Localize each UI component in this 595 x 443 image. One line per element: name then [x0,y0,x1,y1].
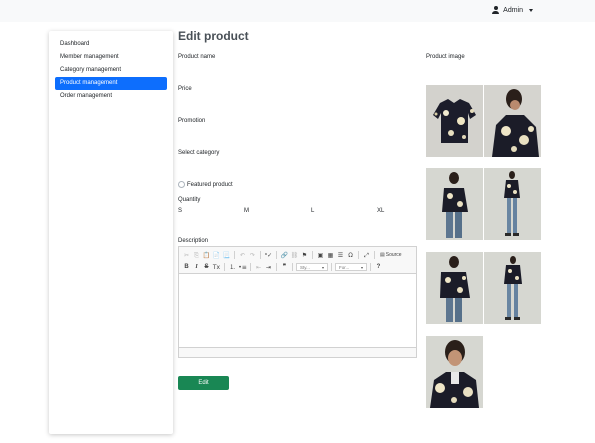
product-image-6[interactable] [484,252,541,324]
featured-radio[interactable] [178,181,185,188]
product-image-7[interactable] [426,336,483,408]
user-menu-label: Admin [503,6,523,14]
source-label: Source [385,252,402,258]
edit-submit-button[interactable]: Edit [178,376,229,390]
product-image-1[interactable] [426,85,483,157]
toolbar-separator [260,251,261,259]
featured-label: Featured product [187,182,233,188]
blockquote-icon[interactable]: ❞ [280,263,289,272]
toolbar-separator [224,263,225,271]
link-icon[interactable]: 🔗 [280,251,289,260]
toolbar-separator [312,251,313,259]
shirt-flat-image [426,85,483,157]
toolbar-separator [234,251,235,259]
outdent-icon[interactable]: ⇤ [254,263,263,272]
page-title: Edit product [178,29,249,43]
chevron-down-icon [529,8,533,12]
product-image-label: Product image [426,54,465,60]
toolbar-separator [250,263,251,271]
promotion-label: Promotion [178,118,206,124]
format-select[interactable]: For... [335,263,367,271]
copy-icon[interactable]: ⎘ [192,251,201,260]
undo-icon[interactable]: ↶ [238,251,247,260]
model-side-image [426,168,483,240]
anchor-flag-icon[interactable]: ⚑ [300,251,309,260]
toolbar-separator [276,251,277,259]
toolbar-separator [292,263,293,271]
styles-select[interactable]: Sty... [296,263,328,271]
paste-icon[interactable]: 📋 [202,251,211,260]
source-icon: ▤ [380,252,385,258]
toolbar-separator [374,251,375,259]
unlink-icon[interactable]: ⛓ [290,251,299,260]
size-label-m: M [244,208,249,214]
toolbar-separator [370,263,371,271]
bold-button[interactable]: B [182,263,191,272]
price-label: Price [178,86,192,92]
product-image-2[interactable] [484,85,541,157]
toolbar-separator [358,251,359,259]
table-icon[interactable]: ▦ [326,251,335,260]
category-label: Select category [178,150,220,156]
maximize-icon[interactable]: ⤢ [362,251,371,260]
sidebar-item-members[interactable]: Member management [55,51,167,64]
product-image-5[interactable] [426,252,483,324]
help-icon[interactable]: ? [374,263,383,272]
user-icon [492,6,500,14]
paste-text-icon[interactable]: 📄 [212,251,221,260]
sidebar-item-products[interactable]: Product management [55,77,167,90]
image-icon[interactable]: ▣ [316,251,325,260]
italic-button[interactable]: I [192,263,201,272]
top-navbar: Admin [0,0,595,22]
toolbar-separator [331,263,332,271]
sidebar-item-orders[interactable]: Order management [55,90,167,103]
editor-content-area[interactable] [179,275,416,348]
model-pose-image [426,252,483,324]
sidebar: Dashboard Member management Category man… [49,31,173,434]
product-image-3[interactable] [426,168,483,240]
product-image-4[interactable] [484,168,541,240]
editor-toolbar: ✂ ⎘ 📋 📄 📃 ↶ ↷ ᵃ✓ 🔗 ⛓ ⚑ ▣ ▦ ☰ Ω ⤢ ▤ Source… [179,247,416,274]
source-button[interactable]: ▤ Source [378,252,404,258]
product-name-label: Product name [178,54,216,60]
redo-icon[interactable]: ↷ [248,251,257,260]
quantity-label: Quantity [178,197,201,203]
remove-format-icon[interactable]: Tx [212,263,221,272]
user-menu[interactable]: Admin [492,6,533,14]
model-back-image [484,85,541,157]
toolbar-separator [276,263,277,271]
model-walk-image [484,252,541,324]
spellcheck-icon[interactable]: ᵃ✓ [264,251,273,260]
strike-button[interactable]: S [202,263,211,272]
special-char-icon[interactable]: Ω [346,251,355,260]
bullet-list-icon[interactable]: •≡ [238,263,247,272]
paste-word-icon[interactable]: 📃 [222,251,231,260]
editor-status-bar [179,347,416,357]
sidebar-item-dashboard[interactable]: Dashboard [55,38,167,51]
indent-icon[interactable]: ⇥ [264,263,273,272]
model-front-image [484,168,541,240]
numbered-list-icon[interactable]: ⒈ [228,263,237,272]
description-label: Description [178,238,209,244]
model-closeup-image [426,336,483,408]
rich-text-editor: ✂ ⎘ 📋 📄 📃 ↶ ↷ ᵃ✓ 🔗 ⛓ ⚑ ▣ ▦ ☰ Ω ⤢ ▤ Source… [178,246,417,358]
size-label-xl: XL [377,208,385,214]
horizontal-rule-icon[interactable]: ☰ [336,251,345,260]
size-label-l: L [311,208,315,214]
cut-icon[interactable]: ✂ [182,251,191,260]
sidebar-item-categories[interactable]: Category management [55,64,167,77]
size-label-s: S [178,208,183,214]
